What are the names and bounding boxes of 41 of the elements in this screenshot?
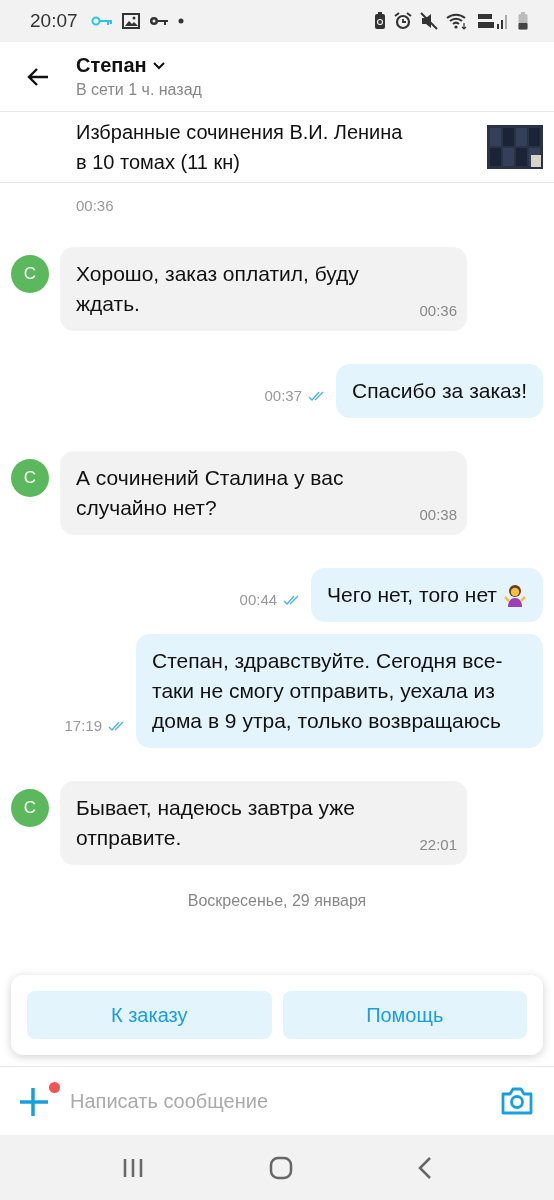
message-text: А сочинений Сталина у вас случайно нет? — [76, 465, 345, 521]
back-arrow-icon[interactable] — [26, 66, 50, 87]
avatar[interactable]: С — [11, 459, 49, 497]
camera-icon[interactable] — [500, 1086, 534, 1116]
clock-time: 20:07 — [30, 10, 78, 32]
message-text: Хорошо, заказ оплатил, буду ждать. — [76, 261, 360, 317]
action-button[interactable]: Помощь — [282, 991, 527, 1039]
alarm-icon — [394, 12, 412, 30]
product-card[interactable]: Избранные сочинения В.И. Ленина в 10 томах (11 кн) — [0, 112, 554, 183]
contact-name[interactable]: Степан — [76, 54, 147, 77]
avatar[interactable]: С — [11, 255, 49, 293]
message-time: 00:37 — [264, 387, 302, 404]
message-time: 22:01 — [419, 835, 457, 855]
wifi-icon — [446, 12, 468, 30]
key-icon — [90, 16, 113, 26]
battery-saver-icon — [374, 12, 386, 30]
key-icon — [148, 16, 169, 26]
chevron-down-icon[interactable] — [152, 61, 165, 70]
message-text: Степан, здравствуйте. Сегодня все-таки не смогу отправить, уехала из дома в 9 утра, только возвращаюсь — [152, 648, 504, 734]
image-icon — [121, 13, 140, 29]
lte-signal-icon — [476, 11, 510, 31]
battery-icon — [518, 12, 528, 30]
message-time: 00:36 — [76, 197, 115, 214]
message-time: 00:36 — [419, 301, 457, 321]
product-title: Избранные сочинения В.И. Ленина в 10 томах (11 кн) — [76, 120, 404, 175]
mute-icon — [420, 12, 438, 30]
presence-status: В сети 1 ч. назад — [76, 81, 202, 99]
avatar[interactable]: С — [11, 789, 49, 827]
message-time: 17:19 — [64, 717, 102, 734]
back-icon[interactable] — [417, 1156, 432, 1179]
date-separator: Воскресенье, 29 января — [186, 892, 368, 910]
home-icon[interactable] — [269, 1155, 293, 1180]
message-text: Чего нет, того нет — [327, 582, 497, 608]
recent-apps-icon[interactable] — [122, 1157, 145, 1178]
message-text: Спасибо за заказ! — [352, 378, 527, 404]
message-time: 00:38 — [419, 505, 457, 525]
message-time: 00:44 — [239, 591, 278, 608]
message-input[interactable]: Написать сообщение — [68, 1088, 486, 1114]
message-text: Бывает, надеюсь завтра уже отправите. — [76, 795, 356, 851]
action-button[interactable]: К заказу — [27, 991, 272, 1039]
dot-icon — [177, 18, 184, 24]
